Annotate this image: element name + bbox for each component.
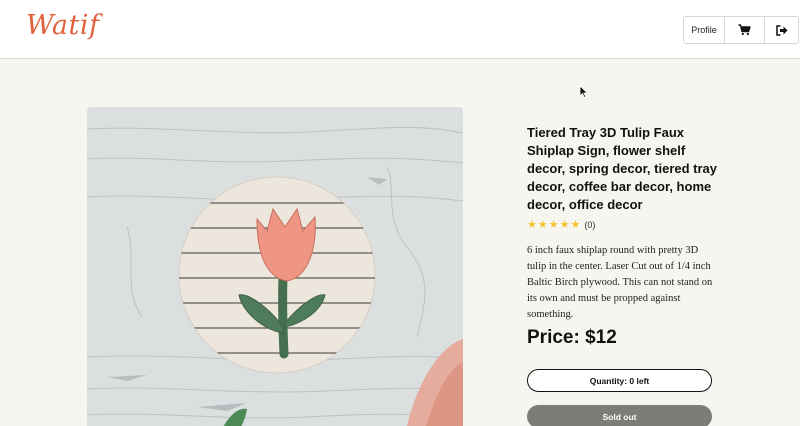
cart-icon bbox=[738, 24, 751, 36]
quantity-field[interactable]: Quantity: 0 left bbox=[527, 369, 712, 392]
star-icon: ★ bbox=[570, 218, 581, 231]
product-title: Tiered Tray 3D Tulip Faux Shiplap Sign, … bbox=[527, 125, 718, 212]
site-logo[interactable]: Watif bbox=[26, 10, 99, 41]
product-description: 6 inch faux shiplap round with pretty 3D… bbox=[527, 245, 713, 320]
star-icon: ★ bbox=[559, 218, 570, 231]
mouse-cursor-icon bbox=[579, 85, 589, 99]
logout-icon bbox=[775, 24, 787, 36]
profile-button[interactable]: Profile bbox=[684, 17, 725, 43]
rating-stars: ★ ★ ★ ★ ★ bbox=[527, 218, 581, 231]
product-rating: ★ ★ ★ ★ ★ (0) bbox=[527, 219, 717, 231]
site-header: Watif Profile bbox=[0, 0, 800, 59]
sold-out-button[interactable]: Sold out bbox=[527, 405, 712, 426]
tulip-sign-image bbox=[87, 107, 463, 426]
product-price: Price: $12 bbox=[527, 327, 617, 348]
cart-button[interactable] bbox=[725, 17, 765, 43]
star-icon: ★ bbox=[537, 218, 548, 231]
star-icon: ★ bbox=[548, 218, 559, 231]
product-image[interactable] bbox=[87, 107, 463, 426]
star-icon: ★ bbox=[527, 218, 537, 231]
header-nav: Profile bbox=[683, 16, 799, 44]
rating-count: (0) bbox=[584, 220, 596, 230]
logout-button[interactable] bbox=[765, 17, 798, 43]
product-info: Tiered Tray 3D Tulip Faux Shiplap Sign, … bbox=[527, 124, 717, 323]
